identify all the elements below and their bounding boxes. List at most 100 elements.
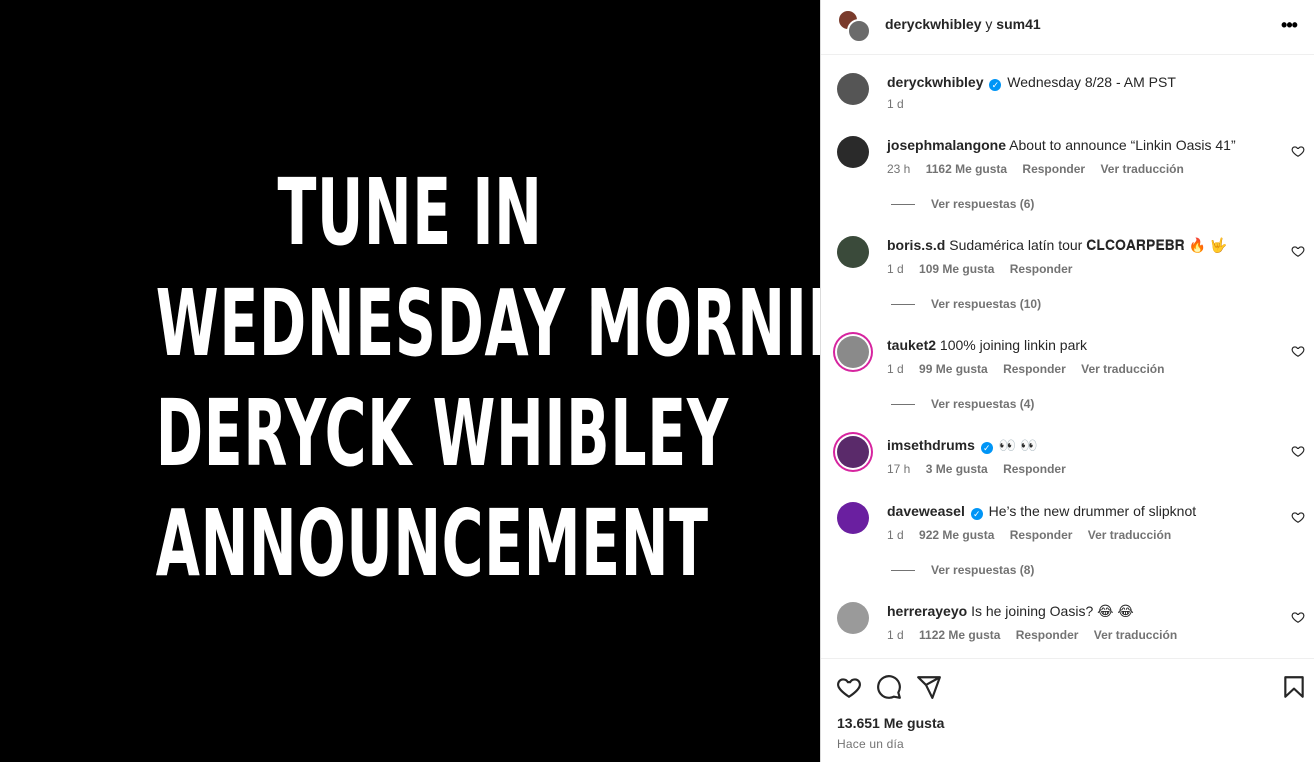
comment-time: 1 d <box>887 628 904 642</box>
view-replies-button[interactable]: Ver respuestas (8) <box>891 563 1034 577</box>
more-horizontal-icon: ••• <box>1281 15 1298 35</box>
avatar[interactable] <box>837 73 869 105</box>
divider <box>891 570 915 572</box>
comments-list[interactable]: deryckwhibley ✓ Wednesday 8/28 - AM PST … <box>821 56 1314 659</box>
comment-like-heart-icon[interactable] <box>1291 510 1305 524</box>
comment-time: 1 d <box>887 362 904 376</box>
comment-likes[interactable]: 1162 Me gusta <box>926 162 1007 176</box>
comment-username[interactable]: herrerayeyo <box>887 603 967 619</box>
image-text-line-4: ANNOUNCEMENT <box>155 490 709 597</box>
comment-username[interactable]: daveweasel <box>887 503 965 519</box>
view-replies-label: Ver respuestas (4) <box>931 397 1035 411</box>
comment-likes[interactable]: 3 Me gusta <box>926 462 988 476</box>
view-replies-button[interactable]: Ver respuestas (6) <box>891 197 1034 211</box>
comment-time: 1 d <box>887 262 904 276</box>
comment-text: daveweasel ✓ He’s the new drummer of sli… <box>887 502 1277 520</box>
view-replies-button[interactable]: Ver respuestas (10) <box>891 297 1041 311</box>
caption-meta: 1 d <box>887 97 916 111</box>
comment-time: 23 h <box>887 162 911 176</box>
translate-button[interactable]: Ver traducción <box>1094 628 1177 642</box>
avatar[interactable] <box>837 136 869 168</box>
comment-body: 100% joining linkin park <box>939 337 1088 353</box>
image-text-line-1: TUNE IN <box>277 159 543 266</box>
translate-button[interactable]: Ver traducción <box>1081 362 1164 376</box>
avatar[interactable] <box>837 436 869 468</box>
comment-username[interactable]: imsethdrums <box>887 437 975 453</box>
view-replies-button[interactable]: Ver respuestas (4) <box>891 397 1034 411</box>
translate-button[interactable]: Ver traducción <box>1088 528 1171 542</box>
avatar[interactable] <box>837 602 869 634</box>
post-actions-bar <box>821 660 1314 710</box>
verified-badge-icon: ✓ <box>989 79 1002 91</box>
avatar <box>847 19 871 43</box>
comment-likes[interactable]: 1122 Me gusta <box>919 628 1000 642</box>
comment-text: boris.s.d Sudamérica latín tour 𝐂𝐋𝐂𝐎𝐀𝐑𝐏𝐄… <box>887 236 1277 254</box>
post-like-count[interactable]: 13.651 Me gusta <box>837 715 944 731</box>
comment-text: herrerayeyo Is he joining Oasis? 😂 😂 <box>887 602 1277 620</box>
comment-meta: 1 d 109 Me gusta Responder <box>887 262 1084 276</box>
comment-meta: 1 d 922 Me gusta Responder Ver traducció… <box>887 528 1183 542</box>
view-replies-label: Ver respuestas (6) <box>931 197 1035 211</box>
comment-like-heart-icon[interactable] <box>1291 344 1305 358</box>
post-header: deryckwhibley y sum41 ••• <box>821 0 1314 55</box>
author-username-link[interactable]: deryckwhibley <box>885 16 982 32</box>
caption-time: 1 d <box>887 97 904 111</box>
comment-body: He’s the new drummer of slipknot <box>988 503 1197 519</box>
view-replies-label: Ver respuestas (10) <box>931 297 1042 311</box>
share-icon[interactable] <box>916 674 942 700</box>
comment-text: josephmalangone About to announce “Linki… <box>887 136 1277 154</box>
post-timestamp[interactable]: Hace un día <box>837 737 904 751</box>
divider <box>891 404 915 406</box>
caption-username[interactable]: deryckwhibley <box>887 74 984 90</box>
translate-button[interactable]: Ver traducción <box>1100 162 1183 176</box>
image-text-line-3: DERYCK WHIBLEY <box>155 380 729 487</box>
comment-likes[interactable]: 922 Me gusta <box>919 528 994 542</box>
post-side-panel: deryckwhibley y sum41 ••• deryckwhibley … <box>820 0 1314 762</box>
reply-button[interactable]: Responder <box>1010 528 1073 542</box>
reply-button[interactable]: Responder <box>1003 462 1066 476</box>
comment-like-heart-icon[interactable] <box>1291 144 1305 158</box>
comment-likes[interactable]: 99 Me gusta <box>919 362 988 376</box>
heart-icon[interactable] <box>836 674 862 700</box>
comment-meta: 1 d 99 Me gusta Responder Ver traducción <box>887 362 1176 376</box>
comment-time: 17 h <box>887 462 911 476</box>
comment-time: 1 d <box>887 528 904 542</box>
comment-meta: 17 h 3 Me gusta Responder <box>887 462 1078 476</box>
comment-username[interactable]: josephmalangone <box>887 137 1006 153</box>
avatar[interactable] <box>837 502 869 534</box>
comment-body: Sudamérica latín tour 𝐂𝐋𝐂𝐎𝐀𝐑𝐏𝐄𝐁𝐑 🔥 🤟 <box>949 237 1228 253</box>
divider <box>891 304 915 306</box>
divider <box>891 204 915 206</box>
reply-button[interactable]: Responder <box>1016 628 1079 642</box>
avatar[interactable] <box>837 236 869 268</box>
verified-badge-icon: ✓ <box>980 442 993 454</box>
collaborator-username-link[interactable]: sum41 <box>996 16 1040 32</box>
verified-badge-icon: ✓ <box>970 508 983 520</box>
post-authors: deryckwhibley y sum41 <box>885 16 1041 32</box>
more-options-button[interactable]: ••• <box>1277 14 1301 38</box>
caption-body: Wednesday 8/28 - AM PST <box>1007 74 1176 90</box>
caption-text: deryckwhibley ✓ Wednesday 8/28 - AM PST <box>887 73 1277 91</box>
reply-button[interactable]: Responder <box>1003 362 1066 376</box>
author-conjunction: y <box>985 16 993 32</box>
reply-button[interactable]: Responder <box>1022 162 1085 176</box>
post-image: TUNE IN WEDNESDAY MORNING DERYCK WHIBLEY… <box>0 0 904 762</box>
comment-meta: 23 h 1162 Me gusta Responder Ver traducc… <box>887 162 1196 176</box>
comment-body: About to announce “Linkin Oasis 41” <box>1009 137 1236 153</box>
comment-username[interactable]: boris.s.d <box>887 237 945 253</box>
comment-body: 👀 👀 <box>998 437 1038 453</box>
view-replies-label: Ver respuestas (8) <box>931 563 1035 577</box>
comment-icon[interactable] <box>876 674 902 700</box>
comment-like-heart-icon[interactable] <box>1291 444 1305 458</box>
reply-button[interactable]: Responder <box>1010 262 1073 276</box>
bookmark-icon[interactable] <box>1281 674 1307 700</box>
avatar[interactable] <box>837 336 869 368</box>
comment-text: imsethdrums ✓ 👀 👀 <box>887 436 1277 454</box>
comment-username[interactable]: tauket2 <box>887 337 936 353</box>
comment-like-heart-icon[interactable] <box>1291 610 1305 624</box>
comment-likes[interactable]: 109 Me gusta <box>919 262 994 276</box>
collab-avatars[interactable] <box>837 9 871 43</box>
image-text-line-2: WEDNESDAY MORNING <box>155 270 904 377</box>
comment-like-heart-icon[interactable] <box>1291 244 1305 258</box>
comment-body: Is he joining Oasis? 😂 😂 <box>971 603 1134 619</box>
